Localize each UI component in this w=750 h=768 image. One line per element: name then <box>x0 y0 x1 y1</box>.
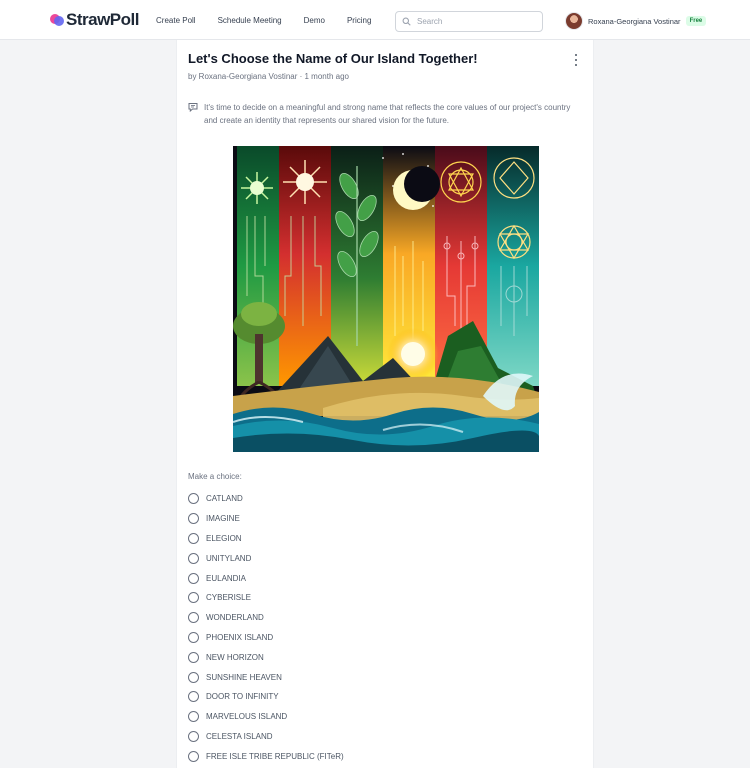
search-input[interactable] <box>417 17 527 26</box>
poll-option[interactable]: MARVELOUS ISLAND <box>188 707 344 727</box>
choice-prompt: Make a choice: <box>188 472 242 481</box>
radio-icon[interactable] <box>188 572 199 584</box>
poll-option[interactable]: UNITYLAND <box>188 548 344 568</box>
poll-option[interactable]: PHOENIX ISLAND <box>188 628 344 648</box>
option-label: DOOR TO INFINITY <box>206 692 279 702</box>
logo-text: StrawPoll <box>66 10 139 29</box>
poll-option[interactable]: CATLAND <box>188 489 344 509</box>
radio-icon[interactable] <box>188 671 199 683</box>
radio-icon[interactable] <box>188 651 199 663</box>
nav-demo[interactable]: Demo <box>304 16 325 25</box>
option-label: IMAGINE <box>206 514 240 524</box>
radio-icon[interactable] <box>188 513 199 525</box>
option-label: UNITYLAND <box>206 553 252 563</box>
option-label: WONDERLAND <box>206 613 264 623</box>
poll-title: Let's Choose the Name of Our Island Toge… <box>188 51 478 66</box>
nav-pricing[interactable]: Pricing <box>347 16 371 25</box>
nav-schedule-meeting[interactable]: Schedule Meeting <box>218 16 282 25</box>
option-label: FREE ISLE TRIBE REPUBLIC (FITeR) <box>206 751 344 761</box>
poll-option[interactable]: IMAGINE <box>188 509 344 529</box>
poll-option[interactable]: WONDERLAND <box>188 608 344 628</box>
option-label: NEW HORIZON <box>206 652 264 662</box>
poll-option[interactable]: ELEGION <box>188 529 344 549</box>
poll-description: It's time to decide on a meaningful and … <box>188 101 578 127</box>
description-text: It's time to decide on a meaningful and … <box>204 103 571 125</box>
nav-create-poll[interactable]: Create Poll <box>156 16 196 25</box>
description-icon <box>188 103 198 112</box>
poll-option[interactable]: CELESTA ISLAND <box>188 727 344 747</box>
option-label: CATLAND <box>206 494 243 504</box>
poll-option[interactable]: DOOR TO INFINITY <box>188 687 344 707</box>
poll-option[interactable]: FREE ISLE TRIBE REPUBLIC (FITeR) <box>188 746 344 766</box>
island-illustration <box>233 146 539 452</box>
radio-icon[interactable] <box>188 552 199 564</box>
main-nav: Create Poll Schedule Meeting Demo Pricin… <box>156 0 393 40</box>
option-label: CYBERISLE <box>206 593 251 603</box>
option-label: EULANDIA <box>206 573 247 583</box>
option-label: ELEGION <box>206 533 242 543</box>
poll-option[interactable]: CYBERISLE <box>188 588 344 608</box>
plan-badge: Free <box>685 16 707 26</box>
poll-card: Let's Choose the Name of Our Island Toge… <box>176 40 594 768</box>
radio-icon[interactable] <box>188 730 199 742</box>
radio-icon[interactable] <box>188 493 199 505</box>
poll-option[interactable]: SUNSHINE HEAVEN <box>188 667 344 687</box>
radio-icon[interactable] <box>188 750 199 762</box>
search-icon <box>402 17 411 26</box>
option-label: MARVELOUS ISLAND <box>206 712 288 722</box>
kebab-menu-icon[interactable] <box>573 54 579 66</box>
option-label: SUNSHINE HEAVEN <box>206 672 282 682</box>
radio-icon[interactable] <box>188 691 199 703</box>
user-name: Roxana-Georgiana Vostinar <box>588 16 681 26</box>
poll-meta: by Roxana-Georgiana Vostinar · 1 month a… <box>188 72 349 81</box>
radio-icon[interactable] <box>188 592 199 604</box>
radio-icon[interactable] <box>188 612 199 624</box>
radio-icon[interactable] <box>188 532 199 544</box>
poll-options: CATLAND IMAGINE ELEGION UNITYLAND EULAND… <box>188 489 344 766</box>
poll-option[interactable]: EULANDIA <box>188 568 344 588</box>
poll-image <box>233 146 539 452</box>
option-label: CELESTA ISLAND <box>206 731 273 741</box>
radio-icon[interactable] <box>188 711 199 723</box>
option-label: PHOENIX ISLAND <box>206 632 274 642</box>
strawpoll-logo[interactable]: StrawPoll <box>50 11 139 29</box>
top-navbar: StrawPoll Create Poll Schedule Meeting D… <box>0 0 750 40</box>
poll-option[interactable]: NEW HORIZON <box>188 647 344 667</box>
user-menu[interactable]: Roxana-Georgiana Vostinar Free <box>565 12 707 30</box>
search-box[interactable] <box>395 11 543 32</box>
radio-icon[interactable] <box>188 631 199 643</box>
avatar[interactable] <box>565 12 583 30</box>
logo-icon <box>50 13 64 27</box>
